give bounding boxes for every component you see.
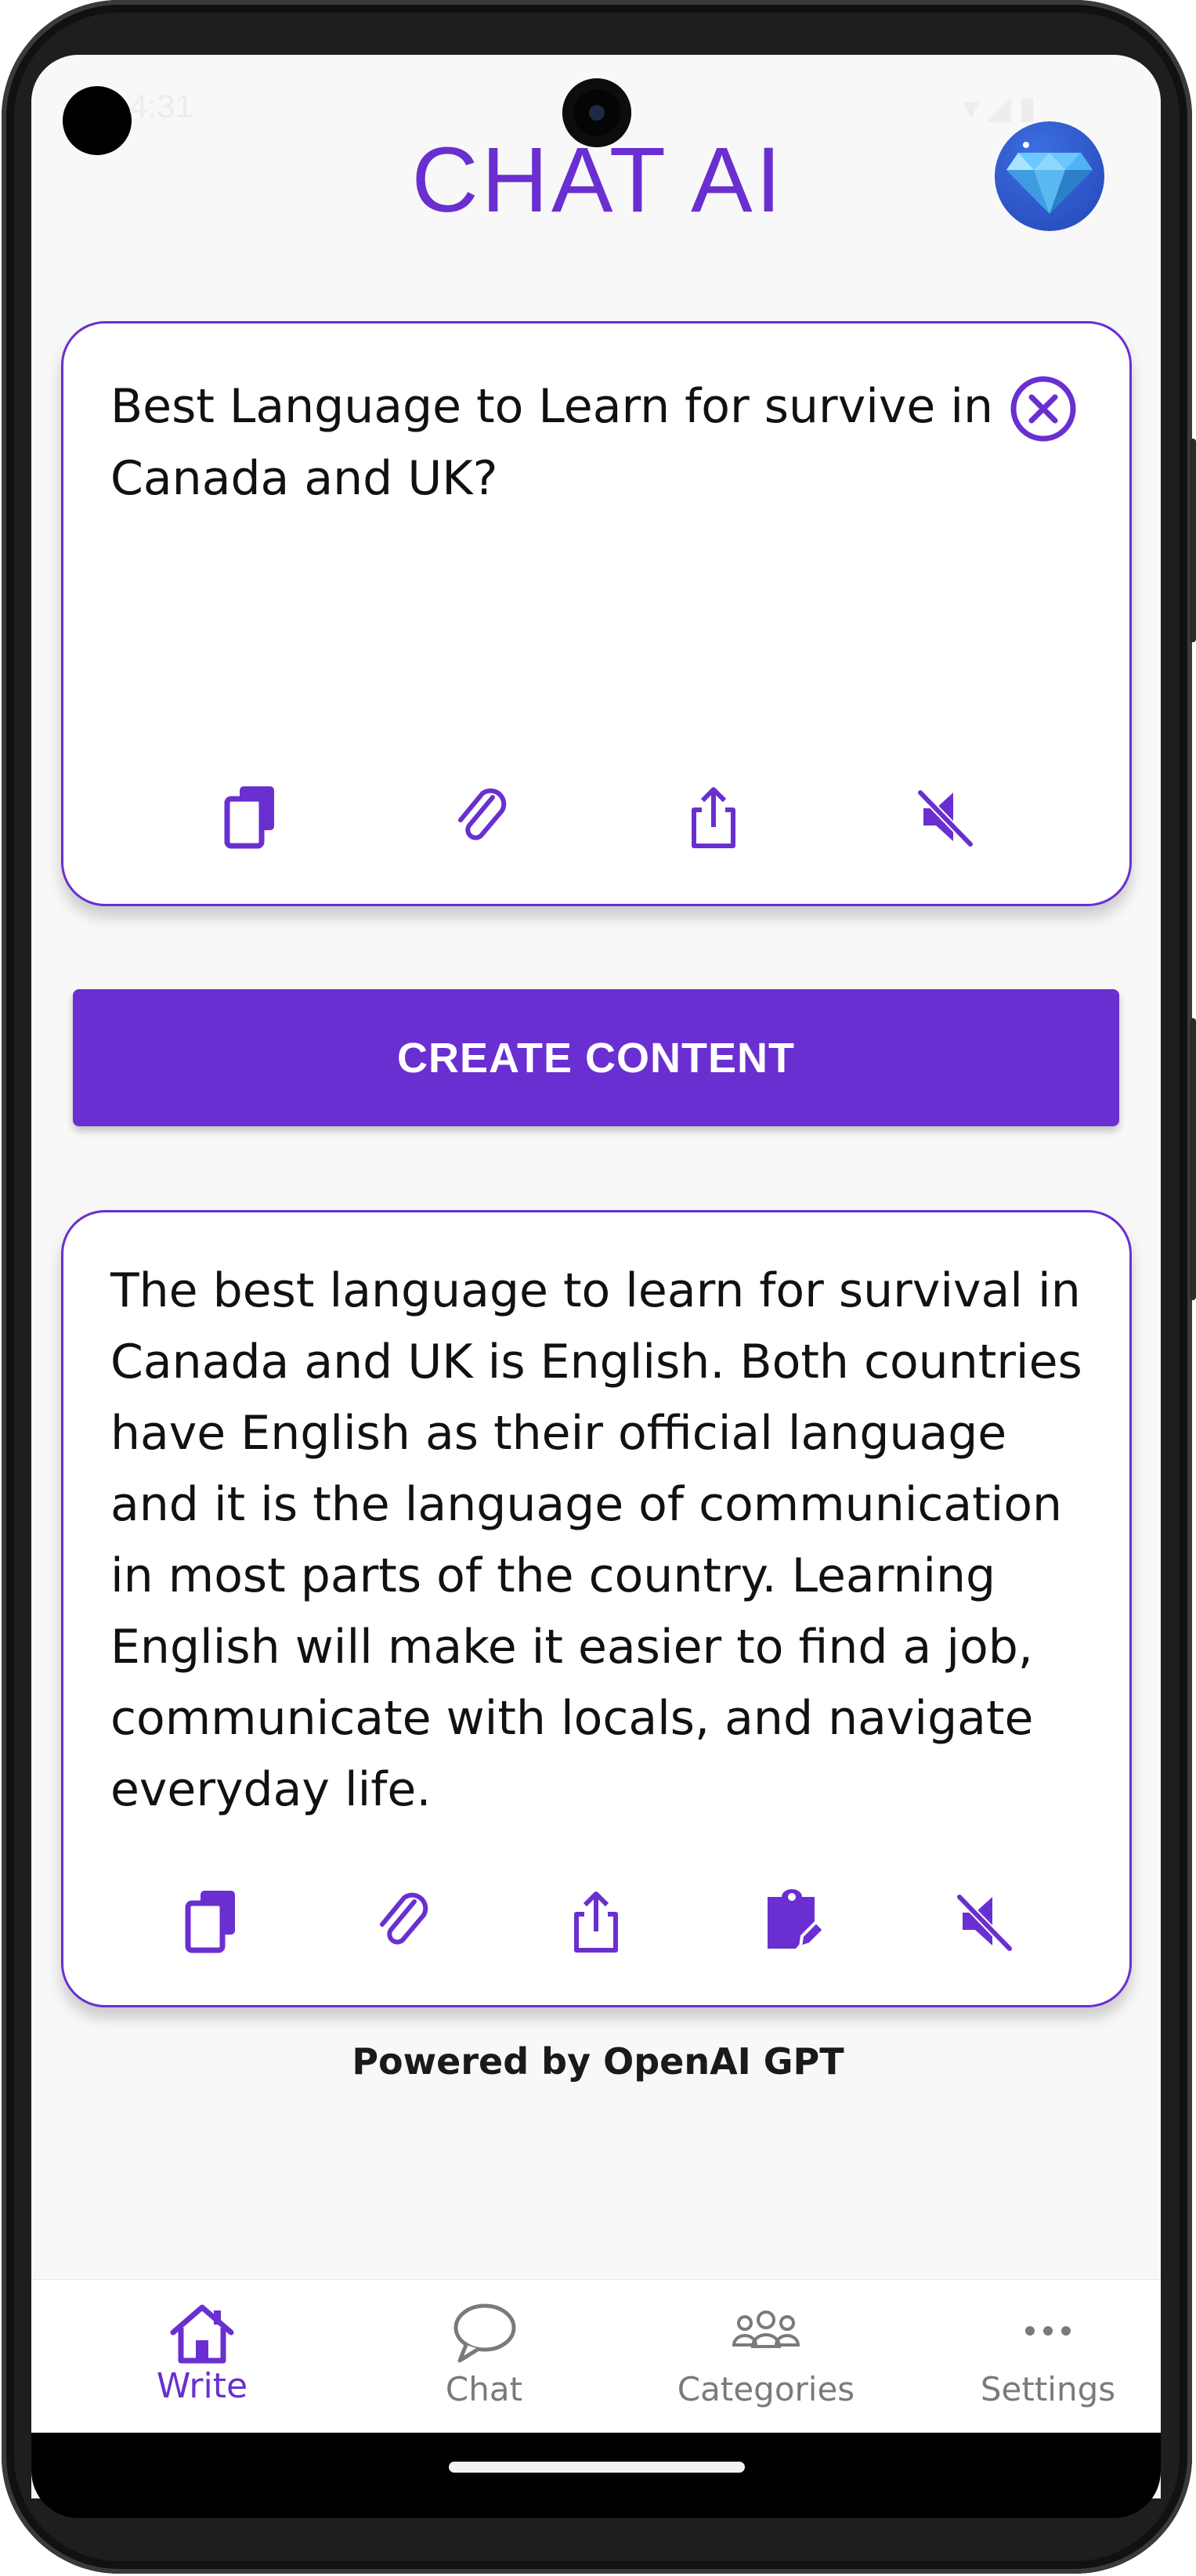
attach-icon [380,1892,428,1945]
phone-frame: 4:31 ▾◢▮ CHAT AI Best Language to Learn … [0,0,1196,2576]
attach-icon [458,788,507,840]
copy-button[interactable] [177,1886,248,1956]
share-button[interactable] [678,782,749,852]
prompt-input[interactable]: Best Language to Learn for survive in Ca… [110,370,1011,515]
copy-icon [224,786,274,849]
group-icon [732,2310,800,2348]
attach-button[interactable] [447,782,518,852]
copy-icon [185,1891,235,1953]
prompt-card: Best Language to Learn for survive in Ca… [61,321,1132,906]
power-button [1190,439,1196,642]
create-content-button[interactable]: CREATE CONTENT [73,989,1119,1126]
response-text: The best language to learn for survival … [110,1263,1082,1817]
home-icon [170,2304,234,2364]
response-card: The best language to learn for survival … [61,1210,1132,2007]
tab-label: Chat [445,2370,523,2408]
paste-edit-icon [768,1889,826,1949]
share-icon [692,787,735,848]
tab-label: Categories [677,2370,855,2408]
diamond-icon [1006,142,1093,214]
system-nav-bar [31,2432,1161,2518]
more-horizontal-icon [1025,2326,1071,2336]
tab-label: Write [156,2366,248,2406]
tab-chat[interactable]: Chat [359,2280,609,2433]
chat-bubble-icon [453,2303,516,2363]
share-icon [574,1891,618,1953]
premium-diamond-button[interactable] [995,121,1104,231]
mute-icon [956,1894,1013,1952]
tab-label: Settings [980,2370,1116,2408]
mute-button[interactable] [948,1886,1019,1956]
powered-by-label: Powered by OpenAI GPT [352,2040,844,2083]
tab-settings[interactable]: Settings [923,2280,1173,2433]
status-time: 4:31 [129,88,193,125]
mute-icon [917,789,974,847]
volume-button [1190,1018,1196,1300]
share-button[interactable] [561,1886,631,1956]
home-indicator[interactable] [449,2462,745,2473]
clear-button[interactable] [1009,374,1078,443]
close-circle-icon [1010,376,1076,442]
bottom-navigation: Write Chat Categories Settings [31,2279,1161,2433]
mute-button[interactable] [909,782,980,852]
tab-categories[interactable]: Categories [641,2280,891,2433]
tab-write[interactable]: Write [77,2280,327,2433]
copy-button[interactable] [216,782,287,852]
attach-button[interactable] [369,1886,439,1956]
status-icons: ▾◢▮ [963,90,1044,126]
paste-edit-button[interactable] [757,1886,827,1956]
